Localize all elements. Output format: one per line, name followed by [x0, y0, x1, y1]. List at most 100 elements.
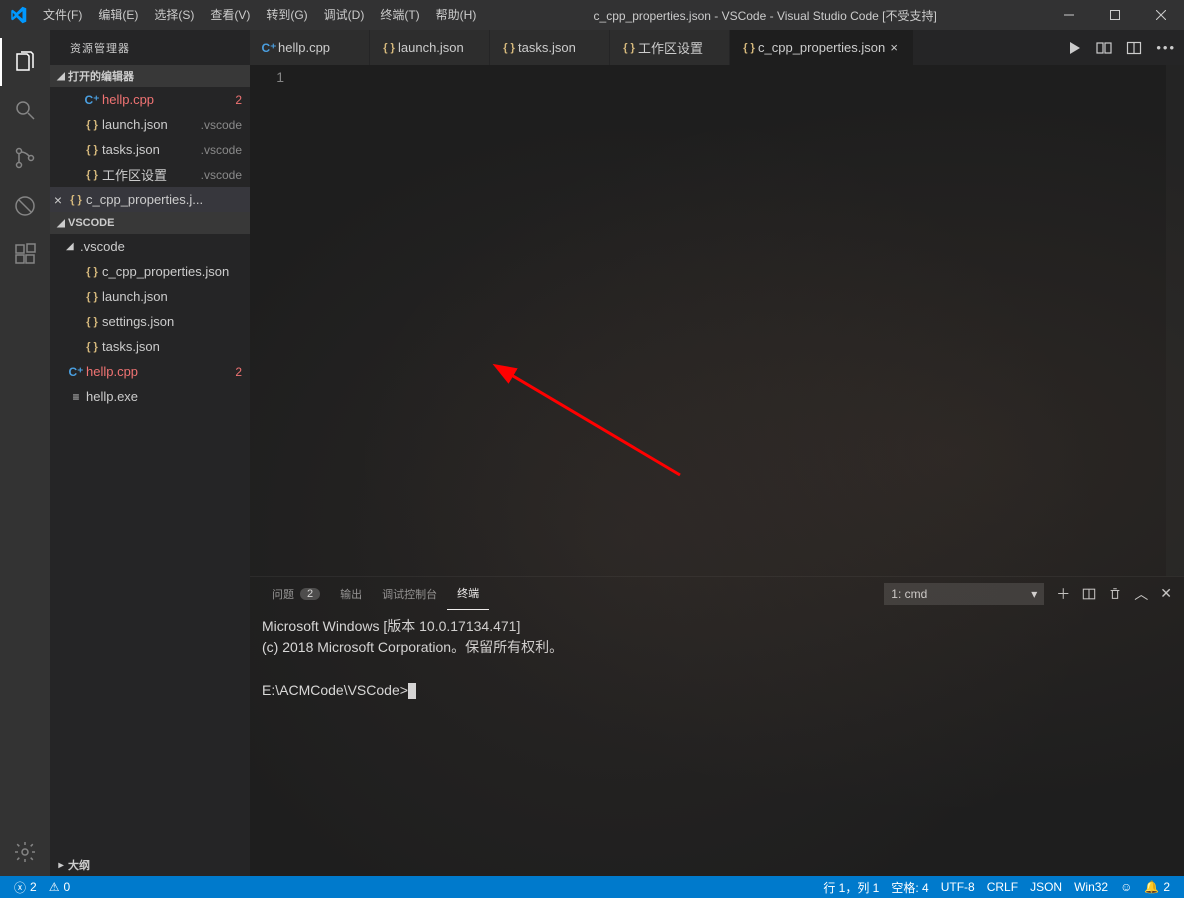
file-row[interactable]: { }settings.json [50, 309, 250, 334]
file-row[interactable]: { }c_cpp_properties.json [50, 259, 250, 284]
chevron-down-icon: ◢ [54, 218, 68, 229]
menu-go[interactable]: 转到(G) [258, 0, 315, 30]
status-errors[interactable]: ⓧ2 [8, 876, 43, 898]
open-editor-item[interactable]: ×{ }c_cpp_properties.j... [50, 187, 250, 212]
minimap[interactable] [1166, 65, 1184, 576]
chevron-down-icon: ▾ [1031, 587, 1037, 601]
extensions-icon[interactable] [0, 230, 50, 278]
cpp-icon: C⁺ [66, 365, 86, 379]
tab-launch-json[interactable]: { }launch.json [370, 30, 490, 65]
line-numbers: 1 [250, 65, 302, 576]
status-indent[interactable]: 空格: 4 [885, 876, 934, 898]
menu-view[interactable]: 查看(V) [202, 0, 258, 30]
tab-tasks-json[interactable]: { }tasks.json [490, 30, 610, 65]
panel-tab-output[interactable]: 输出 [330, 577, 372, 610]
explorer-sidebar: 资源管理器 ◢打开的编辑器 C⁺hellp.cpp2 { }launch.jso… [50, 30, 250, 876]
minimize-button[interactable] [1046, 0, 1092, 30]
json-icon: { } [82, 144, 102, 156]
editor-body[interactable]: 1 [250, 65, 1184, 576]
terminal-output[interactable]: Microsoft Windows [版本 10.0.17134.471] (c… [250, 610, 1184, 876]
split-editor-icon[interactable] [1126, 40, 1142, 56]
more-icon[interactable]: ••• [1156, 40, 1176, 55]
folder-row[interactable]: ◢.vscode [50, 234, 250, 259]
tab-workspace-settings[interactable]: { }工作区设置 [610, 30, 730, 65]
exe-icon: ≡ [66, 390, 86, 404]
panel-tabs: 问题2 输出 调试控制台 终端 1: cmd▾ ＋ ︿ ✕ [250, 577, 1184, 610]
run-icon[interactable] [1066, 40, 1082, 56]
search-icon[interactable] [0, 86, 50, 134]
diff-icon[interactable] [1096, 40, 1112, 56]
json-icon: { } [82, 341, 102, 353]
menu-help[interactable]: 帮助(H) [428, 0, 485, 30]
close-panel-icon[interactable]: ✕ [1160, 585, 1172, 602]
debug-icon[interactable] [0, 182, 50, 230]
menu-selection[interactable]: 选择(S) [146, 0, 202, 30]
file-row[interactable]: C⁺hellp.cpp2 [50, 359, 250, 384]
settings-gear-icon[interactable] [0, 828, 50, 876]
open-editor-item[interactable]: C⁺hellp.cpp2 [50, 87, 250, 112]
open-editor-item[interactable]: { }工作区设置.vscode [50, 162, 250, 187]
status-bar: ⓧ2 ⚠0 行 1，列 1 空格: 4 UTF-8 CRLF JSON Win3… [0, 876, 1184, 898]
file-row[interactable]: ≡hellp.exe [50, 384, 250, 409]
panel-tab-debug-console[interactable]: 调试控制台 [372, 577, 447, 610]
json-icon: { } [82, 119, 102, 131]
explorer-icon[interactable] [0, 38, 50, 86]
cpp-icon: C⁺ [260, 41, 278, 55]
error-badge: 2 [235, 365, 242, 379]
error-badge: 2 [235, 93, 242, 107]
json-icon: { } [82, 291, 102, 303]
status-encoding[interactable]: UTF-8 [935, 876, 981, 898]
window-controls [1046, 0, 1184, 30]
json-icon: { } [66, 194, 86, 206]
chevron-down-icon: ◢ [54, 71, 68, 82]
file-row[interactable]: { }tasks.json [50, 334, 250, 359]
json-icon: { } [380, 42, 398, 54]
workspace-header[interactable]: ◢VSCODE [50, 212, 250, 234]
outline-header[interactable]: ▸大纲 [50, 854, 250, 876]
status-language[interactable]: JSON [1024, 876, 1068, 898]
status-warnings[interactable]: ⚠0 [43, 876, 76, 898]
terminal-selector[interactable]: 1: cmd▾ [884, 583, 1044, 605]
tab-hellp-cpp[interactable]: C⁺hellp.cpp [250, 30, 370, 65]
status-config[interactable]: Win32 [1068, 876, 1114, 898]
menu-terminal[interactable]: 终端(T) [372, 0, 427, 30]
close-button[interactable] [1138, 0, 1184, 30]
json-icon: { } [500, 42, 518, 54]
chevron-right-icon: ▸ [54, 860, 68, 871]
source-control-icon[interactable] [0, 134, 50, 182]
open-editors-header[interactable]: ◢打开的编辑器 [50, 65, 250, 87]
panel-tab-problems[interactable]: 问题2 [262, 577, 330, 610]
tab-c-cpp-properties[interactable]: { }c_cpp_properties.json× [730, 30, 914, 65]
menu-edit[interactable]: 编辑(E) [90, 0, 146, 30]
open-editor-item[interactable]: { }launch.json.vscode [50, 112, 250, 137]
open-editor-item[interactable]: { }tasks.json.vscode [50, 137, 250, 162]
status-feedback-icon[interactable]: ☺ [1114, 876, 1138, 898]
file-tree: ◢.vscode { }c_cpp_properties.json { }lau… [50, 234, 250, 409]
vscode-logo-icon [0, 6, 35, 24]
split-terminal-icon[interactable] [1082, 587, 1096, 601]
json-icon: { } [740, 42, 758, 54]
window-title: c_cpp_properties.json - VSCode - Visual … [484, 7, 1046, 24]
editor-area: C⁺hellp.cpp { }launch.json { }tasks.json… [250, 30, 1184, 876]
activity-bar [0, 30, 50, 876]
file-row[interactable]: { }launch.json [50, 284, 250, 309]
trash-icon[interactable] [1108, 587, 1122, 601]
panel-tab-terminal[interactable]: 终端 [447, 577, 489, 610]
new-terminal-icon[interactable]: ＋ [1056, 584, 1070, 604]
sidebar-title: 资源管理器 [50, 30, 250, 65]
maximize-panel-icon[interactable]: ︿ [1134, 584, 1148, 604]
status-notifications[interactable]: 🔔2 [1138, 876, 1176, 898]
maximize-button[interactable] [1092, 0, 1138, 30]
menu-debug[interactable]: 调试(D) [316, 0, 373, 30]
open-editors-list: C⁺hellp.cpp2 { }launch.json.vscode { }ta… [50, 87, 250, 212]
editor-tabs: C⁺hellp.cpp { }launch.json { }tasks.json… [250, 30, 1184, 65]
problems-badge: 2 [300, 588, 320, 600]
cpp-icon: C⁺ [82, 93, 102, 107]
close-icon[interactable]: × [50, 192, 66, 208]
code-content[interactable] [302, 65, 1166, 576]
menu-file[interactable]: 文件(F) [35, 0, 90, 30]
bottom-panel: 问题2 输出 调试控制台 终端 1: cmd▾ ＋ ︿ ✕ Microsoft … [250, 576, 1184, 876]
status-cursor-position[interactable]: 行 1，列 1 [817, 876, 885, 898]
status-eol[interactable]: CRLF [981, 876, 1024, 898]
close-icon[interactable]: × [885, 40, 903, 55]
